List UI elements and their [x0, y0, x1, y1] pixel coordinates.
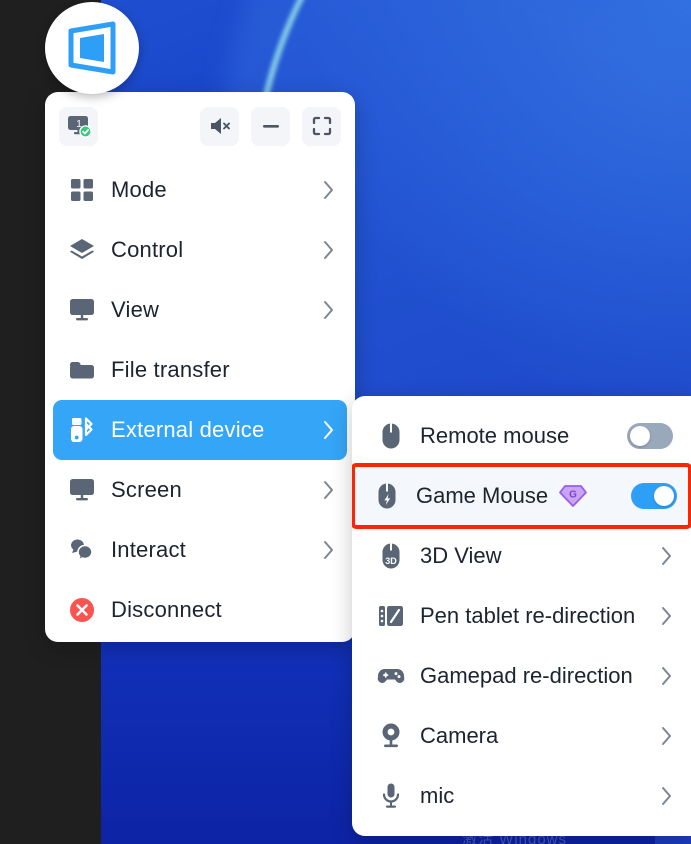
main-menu-list: Mode Control View File transfer External… — [45, 160, 355, 640]
submenu-item-game-mouse[interactable]: Game Mouse G — [352, 463, 691, 529]
game-mouse-toggle[interactable] — [631, 483, 677, 509]
menu-item-label: Mode — [111, 177, 167, 202]
submenu-item-control — [631, 483, 677, 509]
submenu-item-remote-mouse[interactable]: Remote mouse — [358, 406, 685, 466]
chevron-right-icon — [323, 480, 335, 500]
chevron-right-icon — [323, 540, 335, 560]
monitor-icon — [67, 475, 97, 505]
main-menu-panel: 1 Mode Control View File transfer Extern… — [45, 92, 355, 642]
monitor-status-button[interactable]: 1 — [59, 106, 98, 146]
chevron-right-icon — [661, 726, 673, 746]
submenu-item-label: Remote mouse — [420, 423, 570, 448]
menu-item-label: Interact — [111, 537, 186, 562]
submenu-item-control — [661, 786, 673, 806]
menu-item-control[interactable]: Control — [53, 220, 347, 280]
fullscreen-icon — [311, 115, 333, 137]
grid-squares-icon — [67, 175, 97, 205]
submenu-item-label: mic — [420, 783, 455, 808]
chevron-right-icon — [323, 240, 335, 260]
menu-item-disconnect[interactable]: Disconnect — [53, 580, 347, 640]
folder-icon — [67, 355, 97, 385]
speaker-mute-icon — [208, 115, 232, 137]
chevron-right-icon — [323, 420, 335, 440]
menu-item-external-device[interactable]: External device — [53, 400, 347, 460]
menu-item-label: Control — [111, 237, 184, 262]
game-mouse-icon — [372, 481, 402, 511]
menu-item-label: Screen — [111, 477, 182, 502]
submenu-item-control — [661, 666, 673, 686]
submenu-item-pen-tablet-redirection[interactable]: Pen tablet re-direction — [358, 586, 685, 646]
microphone-icon — [376, 781, 406, 811]
toggle-knob — [654, 486, 674, 506]
chevron-right-icon — [661, 786, 673, 806]
pen-tablet-icon — [376, 601, 406, 631]
menu-item-interact[interactable]: Interact — [53, 520, 347, 580]
submenu-item-mic[interactable]: mic — [358, 766, 685, 826]
mouse-3d-icon: 3D — [376, 541, 406, 571]
screen-cast-logo-icon — [63, 21, 121, 75]
submenu-item-camera[interactable]: Camera — [358, 706, 685, 766]
menu-item-label: External device — [111, 417, 265, 442]
submenu-item-label: Camera — [420, 723, 499, 748]
submenu-item-control — [661, 606, 673, 626]
submenu-item-label: Gamepad re-direction — [420, 663, 633, 688]
menu-item-label: Disconnect — [111, 597, 222, 622]
menu-item-view[interactable]: View — [53, 280, 347, 340]
chat-bubbles-icon — [67, 535, 97, 565]
submenu-item-control — [661, 546, 673, 566]
camera-icon — [376, 721, 406, 751]
usb-bluetooth-icon — [67, 415, 97, 445]
submenu-item-control — [661, 726, 673, 746]
submenu-item-label: 3D View — [420, 543, 502, 568]
chevron-right-icon — [661, 546, 673, 566]
disconnect-x-icon — [67, 595, 97, 625]
remote-mouse-toggle[interactable] — [627, 423, 673, 449]
gamepad-icon — [376, 661, 406, 691]
layers-icon — [67, 235, 97, 265]
monitor-connected-icon: 1 — [66, 114, 92, 138]
mute-button[interactable] — [200, 106, 239, 146]
submenu-item-gamepad-redirection[interactable]: Gamepad re-direction — [358, 646, 685, 706]
monitor-icon — [67, 295, 97, 325]
chevron-right-icon — [323, 180, 335, 200]
menu-item-mode[interactable]: Mode — [53, 160, 347, 220]
menu-item-label: View — [111, 297, 160, 322]
submenu-item-label: Pen tablet re-direction — [420, 603, 636, 628]
svg-text:3D: 3D — [385, 556, 397, 566]
chevron-right-icon — [661, 606, 673, 626]
menu-item-file-transfer[interactable]: File transfer — [53, 340, 347, 400]
chevron-right-icon — [323, 300, 335, 320]
game-badge-icon: G — [558, 483, 588, 509]
submenu-item-label: Game Mouse — [416, 483, 549, 508]
minimize-icon — [260, 115, 282, 137]
svg-text:G: G — [569, 490, 577, 501]
external-device-submenu-panel: Remote mouse Game Mouse G 3D 3D View Pen… — [352, 396, 691, 836]
menu-toolbar: 1 — [45, 92, 355, 160]
toggle-knob — [630, 426, 650, 446]
mouse-icon — [376, 421, 406, 451]
screen-root: 激活 Windows 1 Mode Control View File tran… — [0, 0, 691, 844]
submenu-item-3d-view[interactable]: 3D 3D View — [358, 526, 685, 586]
menu-item-label: File transfer — [111, 357, 230, 382]
fullscreen-button[interactable] — [302, 106, 341, 146]
app-logo-bubble[interactable] — [45, 2, 139, 94]
submenu-item-control — [627, 423, 673, 449]
minimize-button[interactable] — [251, 106, 290, 146]
menu-item-screen[interactable]: Screen — [53, 460, 347, 520]
chevron-right-icon — [661, 666, 673, 686]
